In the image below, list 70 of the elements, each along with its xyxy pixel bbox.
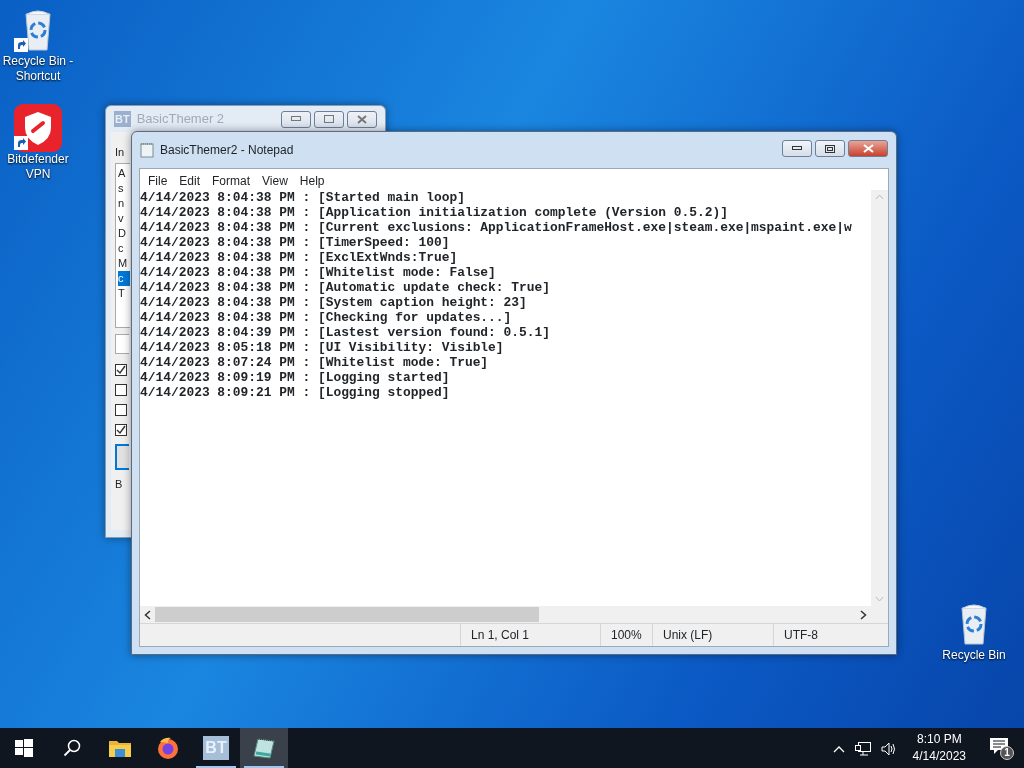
scrollbar-thumb[interactable] — [155, 607, 539, 622]
status-bar-cell: UTF-8 — [773, 624, 873, 646]
desktop-icon-label[interactable]: Bitdefender VPN — [0, 152, 76, 182]
log-line: 4/14/2023 8:04:38 PM : [Current exclusions: ApplicationFrameHost.exe|steam.exe|mspaint.exe|w — [140, 220, 853, 235]
list-item[interactable]: D — [118, 225, 130, 241]
status-bar-cell: Unix (LF) — [652, 624, 773, 646]
network-icon[interactable] — [854, 739, 871, 757]
close-button[interactable] — [347, 110, 377, 128]
log-line: 4/14/2023 8:04:38 PM : [TimerSpeed: 100] — [140, 235, 451, 250]
log-line: 4/14/2023 8:05:18 PM : [UI Visibility: Visible] — [140, 340, 505, 355]
notepad-icon — [140, 142, 154, 158]
app-icon: BT — [114, 110, 131, 128]
close-icon — [862, 144, 874, 153]
status-bar-cell: Ln 1, Col 1 — [460, 624, 600, 646]
log-line: 4/14/2023 8:04:38 PM : [Application initialization complete (Version 0.5.2)] — [140, 205, 729, 220]
desktop-icon-label[interactable]: Recycle Bin - Shortcut — [0, 54, 76, 84]
list-item[interactable]: v — [118, 210, 130, 226]
maximize-button[interactable] — [815, 140, 845, 157]
log-line: 4/14/2023 8:04:38 PM : [Automatic update check: True] — [140, 280, 551, 295]
shield-app-icon[interactable] — [14, 104, 62, 152]
clock-date: 4/14/2023 — [912, 748, 966, 765]
window-title: BasicThemer 2 — [136, 110, 225, 129]
checkbox[interactable] — [115, 383, 127, 396]
checkbox[interactable] — [115, 363, 127, 376]
log-line: 4/14/2023 8:04:39 PM : [Lastest version found: 0.5.1] — [140, 325, 551, 340]
minimize-icon — [291, 116, 301, 122]
menu-item[interactable]: Format — [206, 172, 257, 190]
clock-time: 8:10 PM — [916, 731, 962, 748]
status-bar-cell: 100% — [600, 624, 652, 646]
log-line: 4/14/2023 8:04:38 PM : [System caption height: 23] — [140, 295, 528, 310]
menu-item[interactable]: Edit — [173, 172, 207, 190]
log-line: 4/14/2023 8:04:38 PM : [Whitelist mode: False] — [140, 265, 497, 280]
clock[interactable]: 8:10 PM 4/14/2023 — [906, 731, 972, 765]
log-line: 4/14/2023 8:04:38 PM : [Started main loop] — [140, 190, 466, 205]
log-line: 4/14/2023 8:04:38 PM : [Checking for updates...] — [140, 310, 513, 325]
button[interactable] — [115, 443, 129, 470]
windows-logo-icon — [15, 739, 33, 757]
list-item[interactable]: T — [118, 285, 130, 301]
status-text: B — [115, 476, 124, 492]
minimize-icon — [792, 146, 802, 151]
log-line: 4/14/2023 8:09:19 PM : [Logging started] — [140, 370, 451, 385]
menu-item[interactable]: Help — [293, 172, 331, 190]
close-button[interactable] — [848, 140, 888, 157]
scroll-left-icon[interactable] — [144, 609, 151, 620]
minimize-button[interactable] — [782, 140, 812, 157]
log-line: 4/14/2023 8:09:21 PM : [Logging stopped] — [140, 385, 451, 400]
notepad-icon[interactable] — [240, 728, 288, 768]
log-line: 4/14/2023 8:07:24 PM : [Whitelist mode: True] — [140, 355, 490, 370]
menu-item[interactable]: File — [142, 172, 174, 190]
search-icon — [63, 739, 81, 757]
checkbox[interactable] — [115, 423, 127, 436]
list-item[interactable]: c — [118, 240, 130, 256]
list-box[interactable]: A s n v D c M c T — [115, 162, 130, 328]
list-item[interactable]: c — [118, 270, 130, 286]
field-label: In — [115, 145, 126, 160]
log-line: 4/14/2023 8:04:38 PM : [ExclExtWnds:True] — [140, 250, 459, 265]
maximize-icon — [825, 144, 835, 153]
list-item[interactable]: n — [118, 195, 130, 211]
list-item[interactable]: M — [118, 255, 130, 271]
list-item[interactable]: A — [118, 165, 130, 181]
window-title: BasicThemer2 - Notepad — [160, 142, 294, 159]
desktop-icon-label[interactable]: Recycle Bin — [942, 648, 1006, 663]
input-field[interactable] — [115, 333, 129, 354]
scroll-right-icon[interactable] — [860, 609, 867, 620]
notification-badge: 1 — [1000, 746, 1014, 760]
maximize-icon — [324, 115, 334, 123]
menu-item[interactable]: View — [256, 172, 294, 190]
list-item[interactable]: s — [118, 180, 130, 196]
checkbox[interactable] — [115, 403, 127, 416]
close-icon — [357, 114, 367, 124]
